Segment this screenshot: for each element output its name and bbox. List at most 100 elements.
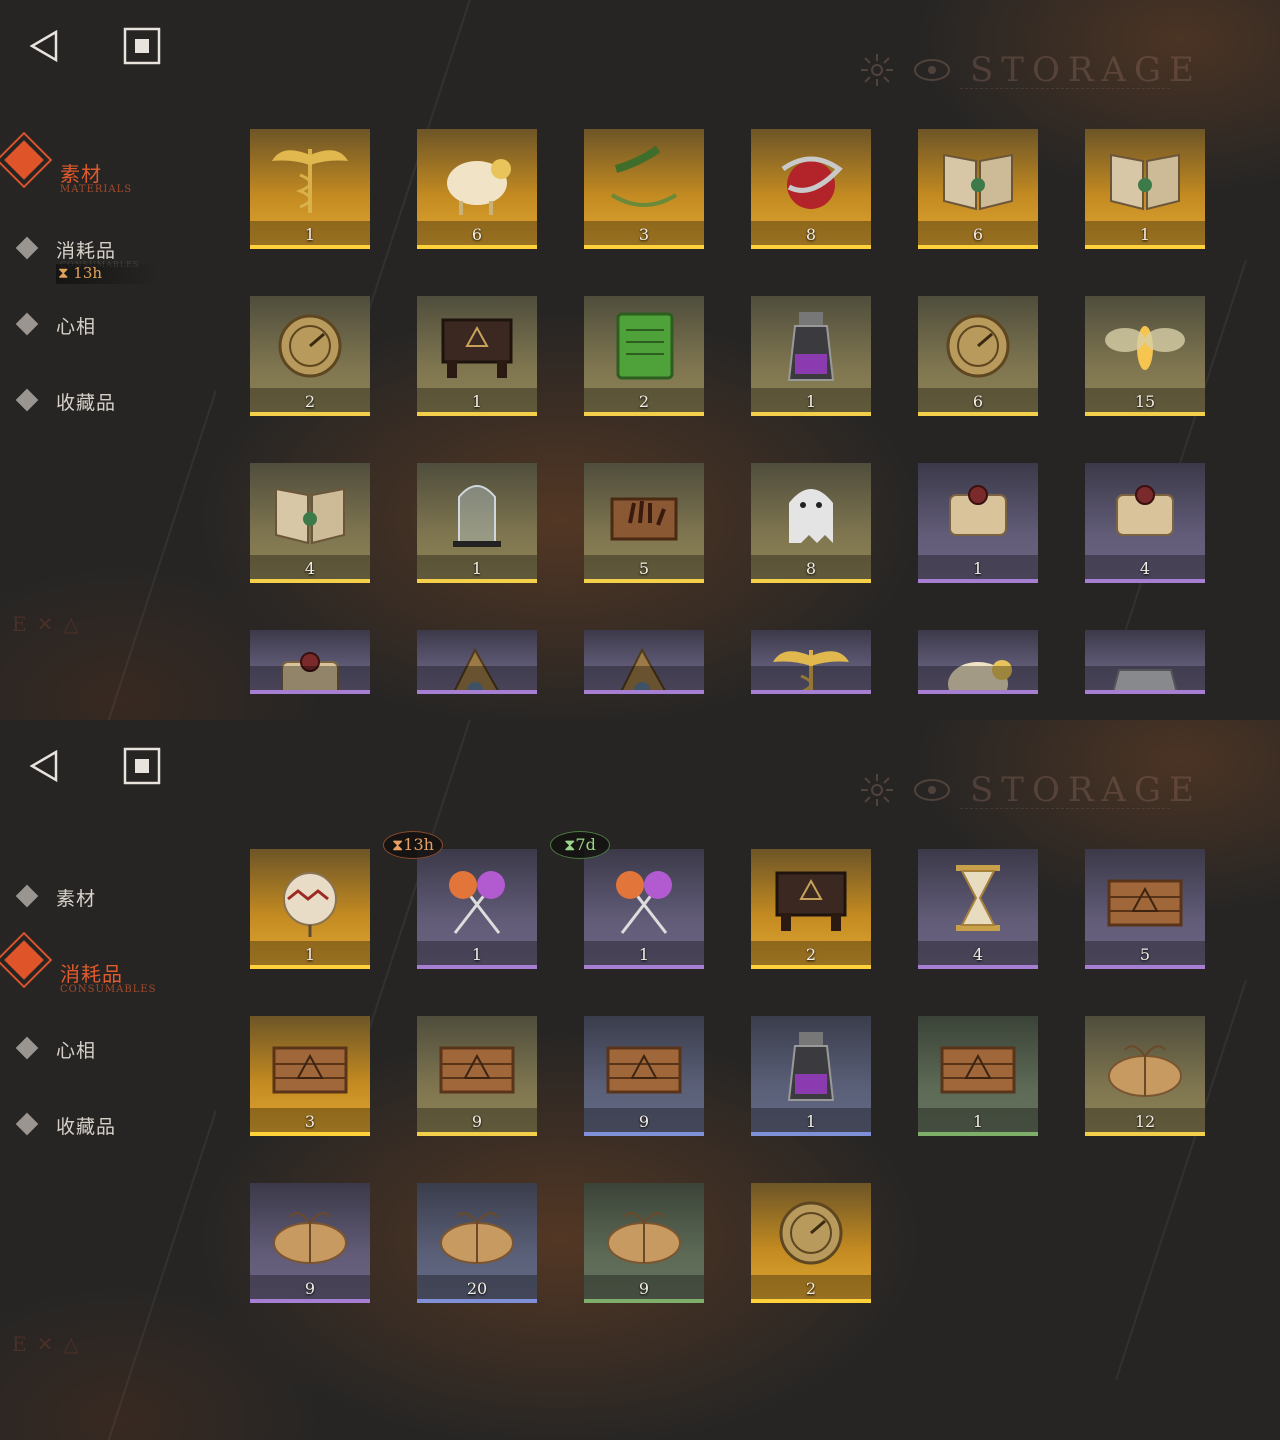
inventory-item-tile[interactable]: 12 <box>1085 1016 1205 1136</box>
inventory-item-tile[interactable] <box>417 630 537 694</box>
inventory-item-tile[interactable]: 1 <box>250 849 370 969</box>
inventory-item-tile[interactable]: 1 <box>751 1016 871 1136</box>
inventory-item-tile[interactable]: 6 <box>918 296 1038 416</box>
inventory-item-tile[interactable]: 1 <box>1085 129 1205 249</box>
storage-consumables-view: STORAGE 素材 消耗品 CONSUMABLES 心相 收藏品 1 1 ⧗13h… <box>0 720 1280 1440</box>
quality-bar <box>250 965 370 969</box>
diamond-icon <box>4 940 44 980</box>
inventory-item-tile[interactable]: 1 <box>918 1016 1038 1136</box>
inventory-item-tile[interactable]: 2 <box>250 296 370 416</box>
nav-item-label: 素材 <box>60 162 102 186</box>
nav-item-collectibles[interactable]: 收藏品 <box>0 1102 200 1158</box>
hourglass-icon <box>936 859 1020 937</box>
inventory-item-tile[interactable]: 9 <box>250 1183 370 1303</box>
inventory-item-tile[interactable]: 4 <box>1085 463 1205 583</box>
inventory-item-tile[interactable]: 2 <box>584 296 704 416</box>
quality-bar <box>584 245 704 249</box>
inventory-item-tile[interactable] <box>584 630 704 694</box>
octagon-medallion-icon <box>769 1193 853 1271</box>
inventory-item-tile[interactable]: 6 <box>918 129 1038 249</box>
inventory-item-tile[interactable]: 3 <box>584 129 704 249</box>
inventory-item-tile[interactable]: 15 <box>1085 296 1205 416</box>
inventory-item-tile[interactable]: 1 ⧗13h <box>383 831 537 969</box>
back-button[interactable] <box>24 24 68 68</box>
quality-bar <box>417 1132 537 1136</box>
inventory-item-tile[interactable]: 5 <box>1085 849 1205 969</box>
corner-glyphs: E ✕ △ <box>12 1332 79 1356</box>
eye-icon <box>914 779 950 801</box>
inventory-item-tile[interactable]: 3 <box>250 1016 370 1136</box>
cloth-bundle-icon <box>435 1193 519 1271</box>
inventory-item-tile[interactable] <box>250 630 370 694</box>
inventory-item-tile[interactable]: 1 <box>751 296 871 416</box>
inventory-item-tile[interactable]: 1 <box>417 463 537 583</box>
diamond-icon <box>15 388 39 412</box>
inventory-item-tile[interactable]: 9 <box>417 1016 537 1136</box>
inventory-item-tile[interactable]: 6 <box>417 129 537 249</box>
laurel-wreath-icon <box>602 139 686 217</box>
item-count: 5 <box>1139 945 1151 964</box>
back-button[interactable] <box>24 744 68 788</box>
crossed-lollipops-icon <box>602 859 686 937</box>
inventory-item-tile[interactable] <box>1085 630 1205 694</box>
nav-item-collectibles[interactable]: 收藏品 <box>0 378 200 434</box>
quality-bar <box>1085 579 1205 583</box>
quality-bar <box>250 245 370 249</box>
quality-bar <box>751 965 871 969</box>
inventory-item-tile[interactable]: 20 <box>417 1183 537 1303</box>
cloth-bundle-icon <box>1103 1026 1187 1104</box>
quality-bar <box>1085 412 1205 416</box>
nav-item-label: 收藏品 <box>56 392 117 414</box>
cloth-bundle-icon <box>602 1193 686 1271</box>
item-count: 1 <box>972 1112 984 1131</box>
wooden-crate-icon <box>268 1026 352 1104</box>
quality-bar <box>250 579 370 583</box>
count-band <box>584 666 704 690</box>
home-button[interactable] <box>120 24 164 68</box>
item-count: 1 <box>972 559 984 578</box>
inventory-item-tile[interactable]: 9 <box>584 1183 704 1303</box>
watermark-rule <box>960 808 1170 811</box>
inventory-item-tile[interactable]: 5 <box>584 463 704 583</box>
inventory-item-tile[interactable]: 8 <box>751 129 871 249</box>
nav-item-psyche[interactable]: 心相 <box>0 1026 200 1082</box>
inventory-item-tile[interactable] <box>751 630 871 694</box>
expiry-timer-badge: ⧗13h <box>383 831 443 859</box>
inventory-item-tile[interactable] <box>918 630 1038 694</box>
watermark-text: STORAGE <box>970 50 1202 90</box>
item-count: 20 <box>466 1279 488 1298</box>
count-band <box>1085 666 1205 690</box>
inventory-item-tile[interactable]: 8 <box>751 463 871 583</box>
sun-icon <box>861 54 893 86</box>
nav-item-sublabel: CONSUMABLES <box>60 984 157 995</box>
item-count: 9 <box>638 1279 650 1298</box>
nav-item-psyche[interactable]: 心相 <box>0 302 200 358</box>
inventory-item-tile[interactable]: 4 <box>250 463 370 583</box>
item-count: 6 <box>972 392 984 411</box>
count-band <box>417 666 537 690</box>
purple-potion-bottle-icon <box>769 306 853 384</box>
inventory-item-tile[interactable]: 1 ⧗7d <box>550 831 704 969</box>
inventory-item-tile[interactable]: 1 <box>918 463 1038 583</box>
inventory-item-tile[interactable]: 1 <box>417 296 537 416</box>
quality-bar <box>584 690 704 694</box>
quality-bar <box>584 1132 704 1136</box>
scroll-red-seal-icon <box>936 473 1020 551</box>
inventory-item-tile[interactable]: 9 <box>584 1016 704 1136</box>
inventory-item-tile[interactable]: 1 <box>250 129 370 249</box>
nav-item-consumables[interactable]: 消耗品 CONSUMABLES <box>0 940 200 996</box>
home-button[interactable] <box>120 744 164 788</box>
item-count: 8 <box>805 225 817 244</box>
rune-table-icon <box>769 859 853 937</box>
quality-bar <box>751 245 871 249</box>
inventory-item-tile[interactable]: 2 <box>751 1183 871 1303</box>
quality-bar <box>918 579 1038 583</box>
inventory-item-tile[interactable]: 2 <box>751 849 871 969</box>
glowing-moth-icon <box>1103 306 1187 384</box>
nav-item-materials[interactable]: 素材 <box>0 874 200 930</box>
quality-bar <box>918 965 1038 969</box>
inventory-item-tile[interactable]: 4 <box>918 849 1038 969</box>
item-count: 9 <box>471 1112 483 1131</box>
nav-item-materials[interactable]: 素材 MATERIALS <box>0 140 200 196</box>
square-home-icon <box>123 27 161 65</box>
